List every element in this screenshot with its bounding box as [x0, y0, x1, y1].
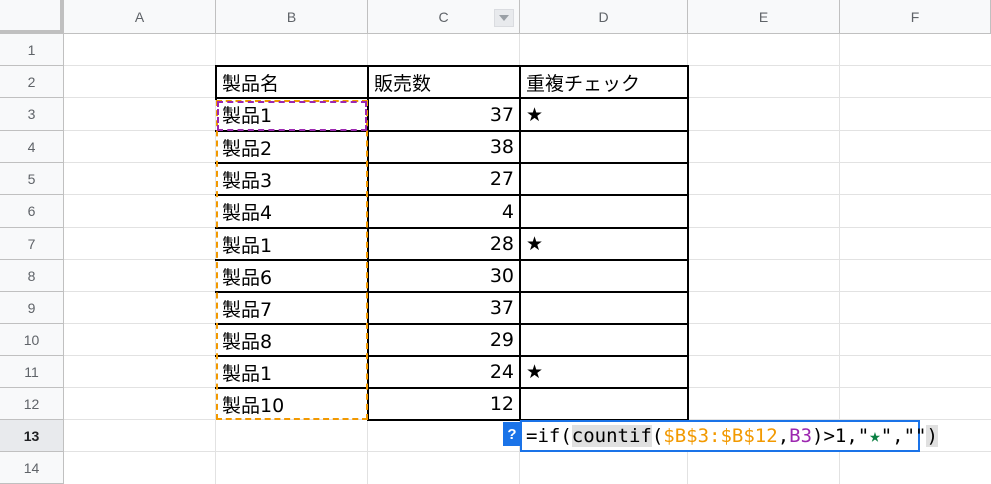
column-header-b[interactable]: B	[216, 0, 368, 34]
formula-cell-reference: B3	[789, 425, 813, 447]
column-header-a[interactable]: A	[64, 0, 216, 34]
row-header-1[interactable]: 1	[0, 34, 64, 66]
column-header-e[interactable]: E	[688, 0, 840, 34]
column-header-f[interactable]: F	[840, 0, 991, 34]
table-border	[215, 65, 217, 100]
row-header-10[interactable]: 10	[0, 324, 64, 356]
row-header-6[interactable]: 6	[0, 195, 64, 228]
duplicate-check-cell[interactable]	[520, 195, 688, 228]
star-icon: ★	[869, 425, 881, 447]
row-header-11[interactable]: 11	[0, 356, 64, 388]
column-menu-dropdown-icon[interactable]	[494, 9, 514, 27]
header-cell-duplicate-check[interactable]: 重複チェック	[520, 66, 688, 98]
formula-part: ,	[777, 425, 790, 447]
sales-cell[interactable]: 37	[368, 98, 520, 131]
row-header-12[interactable]: 12	[0, 388, 64, 420]
duplicate-check-cell[interactable]: ★	[520, 228, 688, 260]
sales-cell[interactable]: 12	[368, 388, 520, 420]
formula-part: ",""	[880, 425, 927, 447]
sales-cell[interactable]: 4	[368, 195, 520, 228]
row-header-2[interactable]: 2	[0, 66, 64, 98]
row-header-3[interactable]: 3	[0, 98, 64, 131]
sales-cell[interactable]: 24	[368, 356, 520, 388]
row-header-14[interactable]: 14	[0, 452, 64, 484]
select-all-corner[interactable]	[0, 0, 64, 34]
formula-help-button[interactable]: ?	[503, 422, 521, 446]
duplicate-check-cell[interactable]	[520, 292, 688, 324]
formula-part: countif	[571, 425, 652, 447]
formula-part: )>1,"	[812, 425, 870, 447]
row-header-13[interactable]: 13	[0, 420, 64, 452]
duplicate-check-cell[interactable]	[520, 131, 688, 163]
formula-part: )	[926, 425, 938, 447]
range-highlight-b3	[217, 101, 367, 131]
table-border	[687, 65, 689, 421]
sales-cell[interactable]: 38	[368, 131, 520, 163]
duplicate-check-cell[interactable]: ★	[520, 98, 688, 131]
formula-part: (	[651, 425, 664, 447]
table-border	[215, 97, 689, 99]
header-cell-sales[interactable]: 販売数	[368, 66, 520, 98]
row-header-8[interactable]: 8	[0, 260, 64, 292]
table-border	[215, 65, 689, 67]
sales-cell[interactable]: 30	[368, 260, 520, 292]
sales-cell[interactable]: 29	[368, 324, 520, 356]
duplicate-check-cell[interactable]	[520, 388, 688, 420]
row-header-9[interactable]: 9	[0, 292, 64, 324]
sales-cell[interactable]: 27	[368, 163, 520, 195]
duplicate-check-cell[interactable]	[520, 163, 688, 195]
row-header-4[interactable]: 4	[0, 131, 64, 163]
range-highlight-b3-b12	[216, 100, 368, 420]
formula-part: =if(	[526, 425, 572, 447]
column-header-d[interactable]: D	[520, 0, 688, 34]
table-border	[519, 65, 521, 421]
formula-range-reference: $B$3:$B$12	[663, 425, 778, 447]
formula-input[interactable]: =if(countif($B$3:$B$12, B3)>1," ★ ","")	[520, 420, 938, 452]
sales-cell[interactable]: 37	[368, 292, 520, 324]
duplicate-check-cell[interactable]	[520, 260, 688, 292]
duplicate-check-cell[interactable]	[520, 324, 688, 356]
header-cell-product-name[interactable]: 製品名	[216, 66, 368, 98]
sales-cell[interactable]: 28	[368, 228, 520, 260]
row-header-5[interactable]: 5	[0, 163, 64, 195]
row-header-7[interactable]: 7	[0, 228, 64, 260]
duplicate-check-cell[interactable]: ★	[520, 356, 688, 388]
